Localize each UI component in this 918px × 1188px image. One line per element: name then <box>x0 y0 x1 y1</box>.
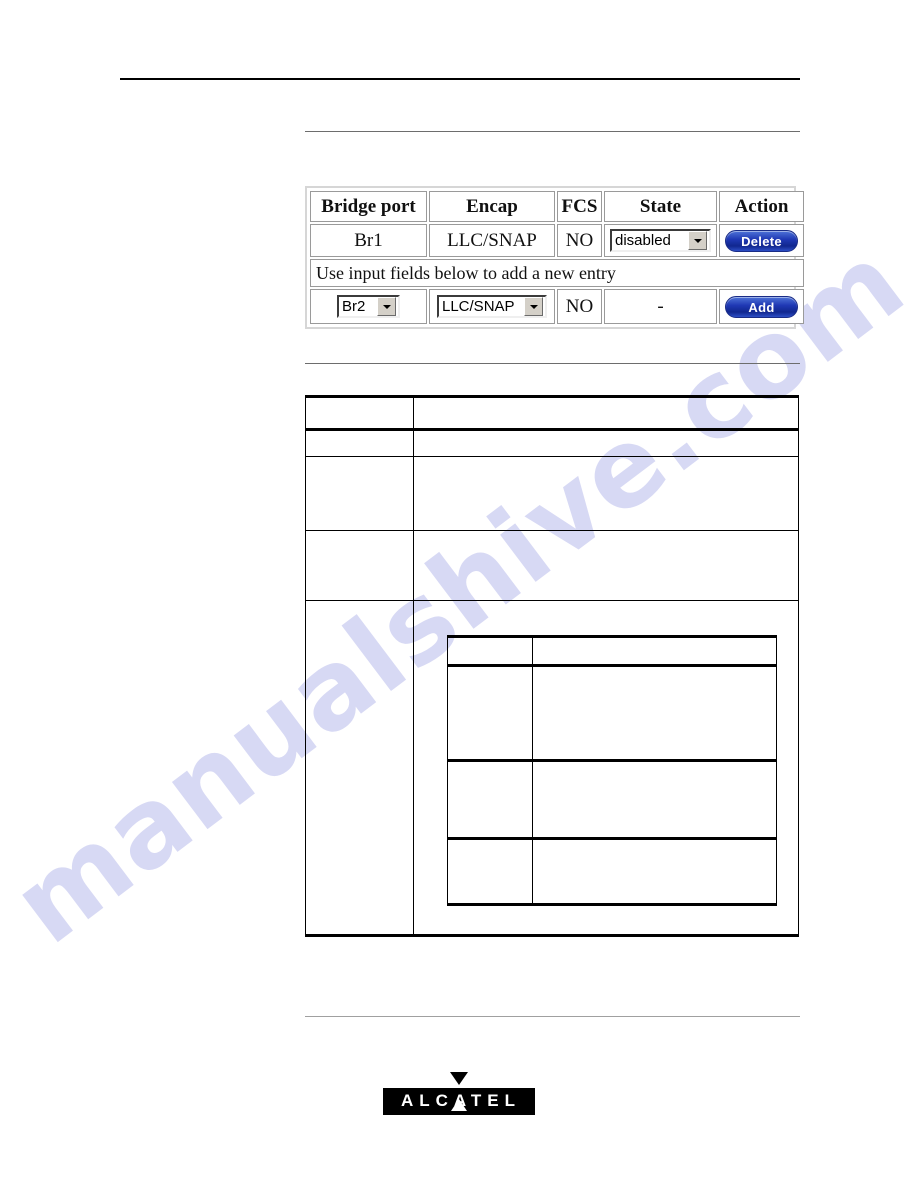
table-note-row: Use input fields below to add a new entr… <box>310 259 804 287</box>
table-row <box>305 395 799 431</box>
table-input-row: Br2 LLC/SNAP NO - Add <box>310 289 804 324</box>
inner-label-3 <box>447 838 533 906</box>
state-select[interactable]: disabled <box>610 229 711 253</box>
triangle-icon <box>450 1072 468 1085</box>
desc-label-0 <box>305 395 414 431</box>
table-row: Br1 LLC/SNAP NO disabled Delete <box>310 224 804 257</box>
inner-text-0 <box>532 635 777 667</box>
input-cell-action: Add <box>719 289 804 324</box>
inner-text-1 <box>532 665 777 762</box>
inner-text-2 <box>532 760 777 840</box>
inner-label-0 <box>447 635 533 667</box>
input-cell-state: - <box>604 289 717 324</box>
cell-encap: LLC/SNAP <box>429 224 555 257</box>
table-row <box>305 456 799 531</box>
inner-label-1 <box>447 665 533 762</box>
state-select-value: disabled <box>615 233 671 249</box>
input-cell-encap: LLC/SNAP <box>429 289 555 324</box>
table-row <box>447 665 777 762</box>
table-row <box>447 635 777 667</box>
column-header-encap: Encap <box>429 191 555 222</box>
chevron-down-icon[interactable] <box>524 297 543 317</box>
desc-label-2 <box>305 456 414 531</box>
table-row <box>305 530 799 601</box>
table-row <box>305 600 799 937</box>
section-rule-top <box>305 131 800 132</box>
cell-fcs: NO <box>557 224 602 257</box>
section-rule-bottom <box>305 1016 800 1017</box>
add-button[interactable]: Add <box>725 295 798 318</box>
bridge-port-select-value: Br2 <box>342 299 366 315</box>
table-row <box>305 429 799 457</box>
desc-label-3 <box>305 530 414 601</box>
note-text: Use input fields below to add a new entr… <box>310 259 804 287</box>
desc-text-1 <box>413 429 799 457</box>
cell-bridge-port: Br1 <box>310 224 427 257</box>
logo-notch-icon <box>451 1099 467 1111</box>
desc-text-4 <box>413 600 799 937</box>
chevron-down-icon[interactable] <box>377 297 396 317</box>
column-header-state: State <box>604 191 717 222</box>
bridge-port-select[interactable]: Br2 <box>337 295 400 319</box>
desc-label-1 <box>305 429 414 457</box>
table-header-row: Bridge port Encap FCS State Action <box>310 191 804 222</box>
desc-label-4 <box>305 600 414 937</box>
encap-select-value: LLC/SNAP <box>442 299 515 315</box>
input-cell-bridge-port: Br2 <box>310 289 427 324</box>
input-cell-fcs: NO <box>557 289 602 324</box>
inner-label-2 <box>447 760 533 840</box>
nested-option-table <box>447 635 777 906</box>
desc-text-3 <box>413 530 799 601</box>
desc-text-0 <box>413 395 799 431</box>
web-ui-screenshot: Bridge port Encap FCS State Action Br1 L… <box>305 186 804 329</box>
desc-text-2 <box>413 456 799 531</box>
inner-text-3 <box>532 838 777 906</box>
header-rule <box>120 78 800 80</box>
column-header-action: Action <box>719 191 804 222</box>
alcatel-logo: ALCATEL <box>0 1072 918 1115</box>
cell-action: Delete <box>719 224 804 257</box>
bridge-port-table: Bridge port Encap FCS State Action Br1 L… <box>308 189 806 326</box>
field-description-table <box>305 395 799 937</box>
section-rule-middle <box>305 363 800 364</box>
cell-state: disabled <box>604 224 717 257</box>
page-content: Bridge port Encap FCS State Action Br1 L… <box>0 0 918 1188</box>
chevron-down-icon[interactable] <box>688 231 707 251</box>
table-row <box>447 838 777 906</box>
column-header-fcs: FCS <box>557 191 602 222</box>
delete-button[interactable]: Delete <box>725 229 798 252</box>
alcatel-wordmark: ALCATEL <box>382 1088 536 1115</box>
table-row <box>447 760 777 840</box>
column-header-bridge-port: Bridge port <box>310 191 427 222</box>
encap-select[interactable]: LLC/SNAP <box>437 295 547 319</box>
